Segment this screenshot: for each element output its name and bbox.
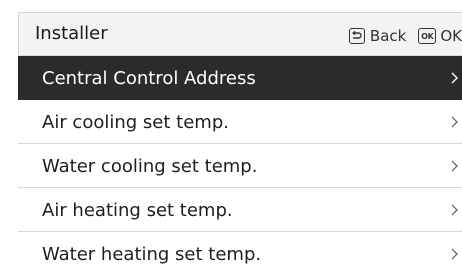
menu-item-water-heating-set-temp[interactable]: Water heating set temp.	[18, 232, 462, 269]
chevron-right-icon	[451, 116, 458, 128]
header-bar: Installer Back OK OK	[18, 12, 462, 56]
installer-screen: Installer Back OK OK Central Control Add…	[18, 12, 462, 269]
chevron-right-icon	[451, 72, 458, 84]
menu-item-central-control-address[interactable]: Central Control Address	[18, 56, 462, 100]
ok-button[interactable]: OK	[440, 27, 462, 45]
menu-item-label: Air heating set temp.	[42, 200, 233, 221]
back-button[interactable]: Back	[370, 27, 406, 45]
back-icon[interactable]	[348, 28, 365, 44]
menu-item-air-heating-set-temp[interactable]: Air heating set temp.	[18, 188, 462, 232]
header-actions: Back OK OK	[348, 26, 462, 46]
menu-item-label: Water heating set temp.	[42, 244, 262, 265]
chevron-right-icon	[451, 204, 458, 216]
menu-item-label: Water cooling set temp.	[42, 156, 258, 177]
chevron-right-icon	[451, 248, 458, 260]
menu-item-label: Central Control Address	[42, 68, 256, 89]
ok-icon[interactable]: OK	[418, 28, 437, 44]
menu-item-label: Air cooling set temp.	[42, 112, 229, 133]
menu-item-water-cooling-set-temp[interactable]: Water cooling set temp.	[18, 144, 462, 188]
chevron-right-icon	[451, 160, 458, 172]
page-title: Installer	[35, 23, 108, 44]
menu-item-air-cooling-set-temp[interactable]: Air cooling set temp.	[18, 100, 462, 144]
